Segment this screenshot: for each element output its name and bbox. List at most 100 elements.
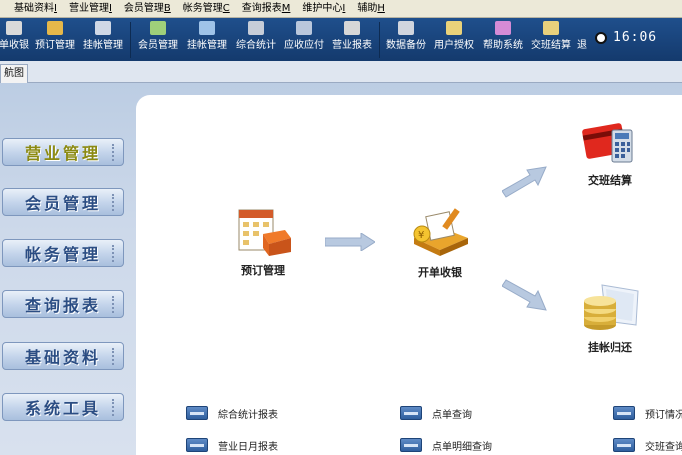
nav-member-management[interactable]: 会员管理	[2, 188, 124, 216]
member-card-icon	[150, 21, 166, 35]
toolbar-open-bill-label: 单收银	[0, 40, 29, 51]
nav-grip-icon	[112, 245, 115, 262]
nav-query-reports-label: 查询报表	[24, 296, 101, 315]
toolbar-help-button[interactable]: 帮助系统	[479, 18, 527, 61]
tab-navigation-map-label: 航图	[4, 68, 24, 79]
toolbar-backup-button[interactable]: 数据备份	[383, 18, 429, 61]
toolbar-credit2-button[interactable]: 挂帐管理	[182, 18, 232, 61]
toolbar-separator	[379, 22, 380, 58]
report-shift-query[interactable]: 交班查询	[613, 436, 682, 454]
menu-accounts-label: 帐务管理	[182, 2, 223, 14]
nav-basic-data[interactable]: 基础资料	[2, 342, 124, 370]
flow-arrow-up-right	[502, 166, 547, 198]
nav-accounts-management-label: 帐务管理	[24, 245, 101, 264]
clock-time: 16:06	[613, 30, 658, 45]
toolbar-separator	[130, 22, 131, 58]
toolbar-receivable-button[interactable]: 应收应付	[280, 18, 328, 61]
menu-accounts-accel: C	[222, 2, 230, 14]
report-icon	[400, 406, 422, 420]
reservation-icon	[47, 21, 63, 35]
nav-business-management[interactable]: 营业管理	[2, 138, 124, 166]
report-comprehensive-stats-label: 綜合统计报表	[218, 409, 278, 421]
toolbar-receivable-label: 应收应付	[284, 40, 324, 51]
report-shift-query-label: 交班查询	[645, 441, 682, 453]
cash-register-icon	[6, 21, 22, 35]
shift-settle-calculator-icon	[582, 123, 633, 163]
nav-grip-icon	[112, 144, 115, 161]
menu-accounts[interactable]: 帐务管理C	[177, 0, 236, 18]
toolbar-statistics-label: 综合统计	[236, 40, 276, 51]
toolbar-exit-button[interactable]: 退	[575, 18, 589, 61]
menu-member[interactable]: 会员管理B	[118, 0, 177, 18]
toolbar-help-label: 帮助系统	[483, 40, 523, 51]
toolbar: 单收银 预订管理 挂帐管理 会员管理 挂帐管理 综合统计 应收应付 营业报表 数…	[0, 18, 682, 61]
nav-business-management-label: 营业管理	[24, 144, 101, 163]
menu-reports[interactable]: 查询报表M	[236, 0, 297, 18]
toolbar-credit2-label: 挂帐管理	[187, 40, 227, 51]
ledger-icon	[95, 21, 111, 35]
exit-icon	[574, 21, 590, 35]
node-reservation[interactable]: 预订管理	[228, 208, 298, 278]
node-open-bill[interactable]: ¥ 开单收银	[405, 208, 475, 280]
nav-accounts-management[interactable]: 帐务管理	[2, 239, 124, 267]
nav-query-reports[interactable]: 查询报表	[2, 290, 124, 318]
menu-basic-data[interactable]: 基础资料I	[8, 0, 63, 18]
workspace: 营业管理 会员管理 帐务管理 查询报表 基础资料 系统工具 预订管理 ¥ 开单收…	[0, 83, 682, 455]
report-order-query-label: 点单查询	[432, 409, 472, 421]
menu-help-accel: H	[377, 2, 385, 14]
menu-maintenance-accel: I	[342, 2, 346, 14]
toolbar-credit-button[interactable]: 挂帐管理	[79, 18, 127, 61]
node-return-credit[interactable]: 挂帐归还	[572, 281, 648, 355]
toolbar-report-button[interactable]: 营业报表	[328, 18, 376, 61]
node-shift-settle-label: 交班结算	[588, 174, 632, 187]
report-icon	[344, 21, 360, 35]
node-reservation-label: 预订管理	[241, 264, 285, 277]
toolbar-credit-label: 挂帐管理	[83, 40, 123, 51]
menu-business-accel: I	[108, 2, 112, 14]
open-bill-cashier-icon: ¥	[413, 208, 468, 256]
node-shift-settle[interactable]: 交班结算	[572, 118, 648, 188]
menu-member-label: 会员管理	[123, 2, 164, 14]
nav-basic-data-label: 基础资料	[24, 348, 101, 367]
toolbar-shift-settle-label: 交班结算	[531, 40, 571, 51]
reservation-calendar-icon	[238, 209, 291, 256]
nav-grip-icon	[112, 296, 115, 313]
report-icon	[613, 438, 635, 452]
report-reservation-status-label: 预订情况	[645, 409, 682, 421]
report-order-detail-query[interactable]: 点单明细查询	[400, 436, 492, 454]
clock-icon	[595, 31, 607, 44]
return-credit-coins-icon	[584, 284, 639, 330]
transfer-icon	[199, 21, 215, 35]
toolbar-member-button[interactable]: 会员管理	[134, 18, 182, 61]
nav-system-tools[interactable]: 系统工具	[2, 393, 124, 421]
menu-maintenance[interactable]: 维护中心I	[296, 0, 351, 18]
toolbar-user-auth-button[interactable]: 用户授权	[429, 18, 479, 61]
menu-business[interactable]: 营业管理I	[63, 0, 118, 18]
nav-grip-icon	[112, 399, 115, 416]
toolbar-shift-settle-button[interactable]: 交班结算	[527, 18, 575, 61]
tab-navigation-map[interactable]: 航图	[0, 64, 28, 83]
toolbar-exit-label: 退	[577, 40, 587, 51]
report-order-detail-query-label: 点单明细查询	[432, 441, 492, 453]
help-icon	[495, 21, 511, 35]
report-order-query[interactable]: 点单查询	[400, 404, 472, 422]
report-reservation-status[interactable]: 预订情况	[613, 404, 682, 422]
toolbar-statistics-button[interactable]: 综合统计	[232, 18, 280, 61]
menu-basic-data-label: 基础资料	[14, 2, 54, 14]
receivable-icon	[296, 21, 312, 35]
menu-help[interactable]: 辅助H	[351, 0, 391, 18]
menu-help-label: 辅助	[357, 2, 378, 14]
menu-bar-edge	[0, 0, 8, 18]
toolbar-member-label: 会员管理	[138, 40, 178, 51]
toolbar-report-label: 营业报表	[332, 40, 372, 51]
report-comprehensive-stats[interactable]: 綜合统计报表	[186, 404, 278, 422]
shift-settle-icon	[543, 21, 559, 35]
menu-reports-label: 查询报表	[241, 2, 282, 14]
menu-bar: 基础资料I 营业管理I 会员管理B 帐务管理C 查询报表M 维护中心I 辅助H	[0, 0, 682, 18]
toolbar-reservation-button[interactable]: 预订管理	[31, 18, 79, 61]
toolbar-open-bill-button[interactable]: 单收银	[0, 18, 31, 61]
report-daily-monthly[interactable]: 营业日月报表	[186, 436, 278, 454]
toolbar-reservation-label: 预订管理	[35, 40, 75, 51]
menu-maintenance-label: 维护中心	[302, 2, 343, 14]
menu-member-accel: B	[163, 2, 171, 14]
